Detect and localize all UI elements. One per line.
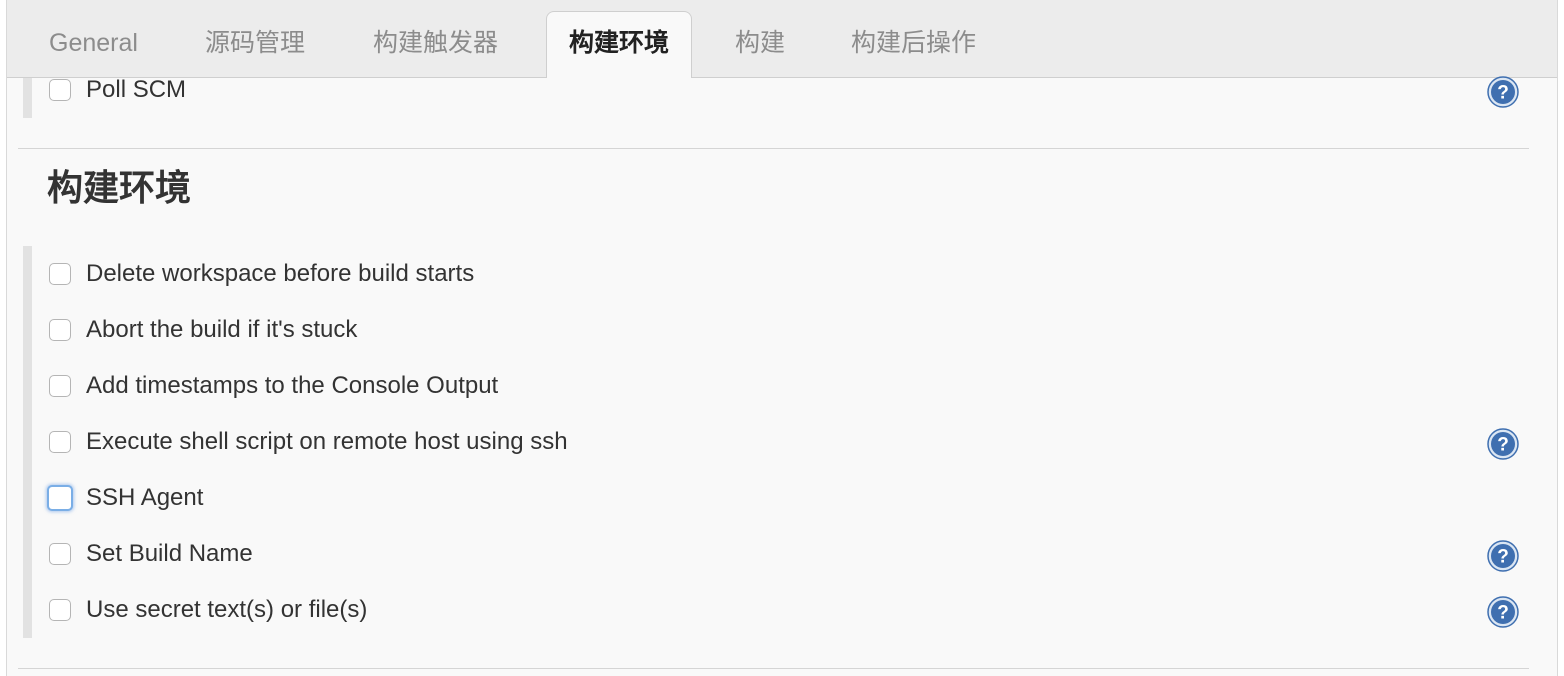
use-secret-checkbox[interactable] [49, 599, 71, 621]
option-label: Delete workspace before build starts [86, 260, 475, 287]
section-indent-bar [23, 78, 32, 118]
config-panel: General 源码管理 构建触发器 构建环境 构建 构建后操作 Poll SC… [6, 0, 1558, 676]
tab-build[interactable]: 构建 [735, 28, 785, 58]
poll-scm-label: Poll SCM [86, 76, 187, 103]
option-set-build-name: Set Build Name [49, 539, 253, 569]
option-use-secret: Use secret text(s) or file(s) [49, 595, 367, 625]
tab-bar: General 源码管理 构建触发器 构建环境 构建 构建后操作 [7, 0, 1557, 78]
option-label: Execute shell script on remote host usin… [86, 428, 568, 455]
svg-text:?: ? [1497, 83, 1509, 104]
option-delete-workspace: Delete workspace before build starts [49, 259, 474, 289]
delete-workspace-checkbox[interactable] [49, 263, 71, 285]
svg-text:?: ? [1497, 435, 1509, 456]
option-label: SSH Agent [86, 484, 204, 511]
help-icon[interactable]: ? [1487, 596, 1519, 628]
option-label: Set Build Name [86, 540, 253, 567]
abort-if-stuck-checkbox[interactable] [49, 319, 71, 341]
tab-general[interactable]: General [49, 28, 138, 58]
section-indent-bar [23, 246, 32, 638]
option-remote-ssh-script: Execute shell script on remote host usin… [49, 427, 568, 457]
tab-build-environment[interactable]: 构建环境 [546, 11, 692, 78]
ssh-agent-checkbox[interactable] [47, 485, 73, 511]
section-title: 构建环境 [47, 167, 192, 208]
svg-text:?: ? [1497, 603, 1509, 624]
section-divider [18, 148, 1529, 149]
add-timestamps-checkbox[interactable] [49, 375, 71, 397]
remote-ssh-script-checkbox[interactable] [49, 431, 71, 453]
help-icon[interactable]: ? [1487, 540, 1519, 572]
option-label: Use secret text(s) or file(s) [86, 596, 368, 623]
set-build-name-checkbox[interactable] [49, 543, 71, 565]
option-ssh-agent: SSH Agent [47, 483, 204, 513]
tab-post-build-actions[interactable]: 构建后操作 [851, 28, 976, 58]
svg-text:?: ? [1497, 547, 1509, 568]
option-abort-if-stuck: Abort the build if it's stuck [49, 315, 357, 345]
option-poll-scm: Poll SCM [49, 75, 186, 105]
option-label: Abort the build if it's stuck [86, 316, 358, 343]
tab-source-code-management[interactable]: 源码管理 [205, 28, 305, 58]
section-divider [18, 668, 1529, 669]
help-icon[interactable]: ? [1487, 76, 1519, 108]
option-add-timestamps: Add timestamps to the Console Output [49, 371, 498, 401]
help-icon[interactable]: ? [1487, 428, 1519, 460]
option-label: Add timestamps to the Console Output [86, 372, 499, 399]
poll-scm-checkbox[interactable] [49, 79, 71, 101]
tab-build-triggers[interactable]: 构建触发器 [373, 28, 498, 58]
